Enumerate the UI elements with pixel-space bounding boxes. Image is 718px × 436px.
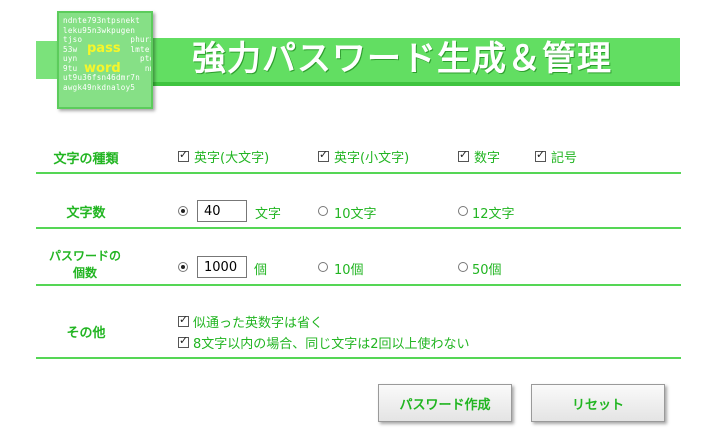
char-count-unit: 文字 bbox=[255, 207, 282, 222]
logo-text-line: awgk49nkdnaloy5 bbox=[63, 82, 136, 92]
no-repeat-checkbox[interactable]: ✓ bbox=[178, 334, 189, 348]
pw-count-label-line1: パスワードの bbox=[48, 249, 121, 263]
page-title: 強力パスワード生成＆管理 bbox=[192, 39, 612, 79]
char-count-10-radio[interactable] bbox=[318, 206, 328, 216]
generate-password-button[interactable]: パスワード作成 bbox=[378, 384, 512, 422]
digits-option-label: 数字 bbox=[474, 151, 501, 166]
reset-button[interactable]: リセット bbox=[531, 384, 665, 422]
uppercase-checkbox[interactable]: ✓ bbox=[178, 148, 189, 162]
logo-text-line: ndnte793ntpsnekt bbox=[63, 16, 141, 25]
section-divider bbox=[36, 172, 681, 174]
check-icon: ✓ bbox=[536, 148, 546, 161]
symbols-checkbox[interactable]: ✓ bbox=[535, 148, 546, 162]
char-count-12-radio[interactable] bbox=[458, 206, 468, 216]
exclude-similar-label: 似通った英数字は省く bbox=[193, 316, 324, 331]
logo-word-pass: pass bbox=[87, 41, 121, 56]
uppercase-option-label: 英字(大文字) bbox=[194, 151, 270, 166]
other-label: その他 bbox=[66, 326, 106, 341]
pw-count-unit: 個 bbox=[254, 263, 268, 278]
check-icon: ✓ bbox=[179, 334, 189, 347]
lowercase-option-label: 英字(小文字) bbox=[334, 151, 410, 166]
pw-count-50-radio[interactable] bbox=[458, 262, 468, 272]
check-icon: ✓ bbox=[459, 148, 469, 161]
header-accent-strip bbox=[36, 41, 58, 79]
lowercase-checkbox[interactable]: ✓ bbox=[318, 148, 329, 162]
pw-count-custom-radio[interactable] bbox=[178, 262, 188, 272]
app-logo: ndnte793ntpsnekt leku95n3wkpugen tjso ph… bbox=[57, 11, 153, 109]
pw-count-50-label: 50個 bbox=[472, 263, 502, 278]
no-repeat-label: 8文字以内の場合、同じ文字は2回以上使わない bbox=[193, 337, 470, 352]
char-count-input[interactable] bbox=[197, 200, 247, 222]
check-icon: ✓ bbox=[319, 148, 329, 161]
check-icon: ✓ bbox=[179, 313, 189, 326]
pw-count-10-radio[interactable] bbox=[318, 262, 328, 272]
char-count-custom-radio[interactable] bbox=[178, 206, 188, 216]
digits-checkbox[interactable]: ✓ bbox=[458, 148, 469, 162]
pw-count-10-label: 10個 bbox=[334, 263, 364, 278]
check-icon: ✓ bbox=[179, 148, 189, 161]
section-divider bbox=[36, 284, 681, 286]
char-types-label: 文字の種類 bbox=[53, 152, 119, 167]
exclude-similar-checkbox[interactable]: ✓ bbox=[178, 313, 189, 327]
pw-count-input[interactable] bbox=[197, 256, 247, 278]
pw-count-label-line2: 個数 bbox=[72, 266, 97, 280]
section-divider bbox=[36, 227, 681, 229]
section-divider bbox=[36, 357, 681, 359]
char-count-12-label: 12文字 bbox=[472, 207, 515, 222]
symbols-option-label: 記号 bbox=[551, 151, 578, 166]
logo-word-word: word bbox=[84, 61, 121, 76]
logo-text-line: leku95n3wkpugen bbox=[63, 25, 136, 35]
char-count-label: 文字数 bbox=[66, 206, 106, 221]
pw-count-label: パスワードの 個数 bbox=[40, 248, 130, 282]
char-count-10-label: 10文字 bbox=[334, 207, 377, 222]
